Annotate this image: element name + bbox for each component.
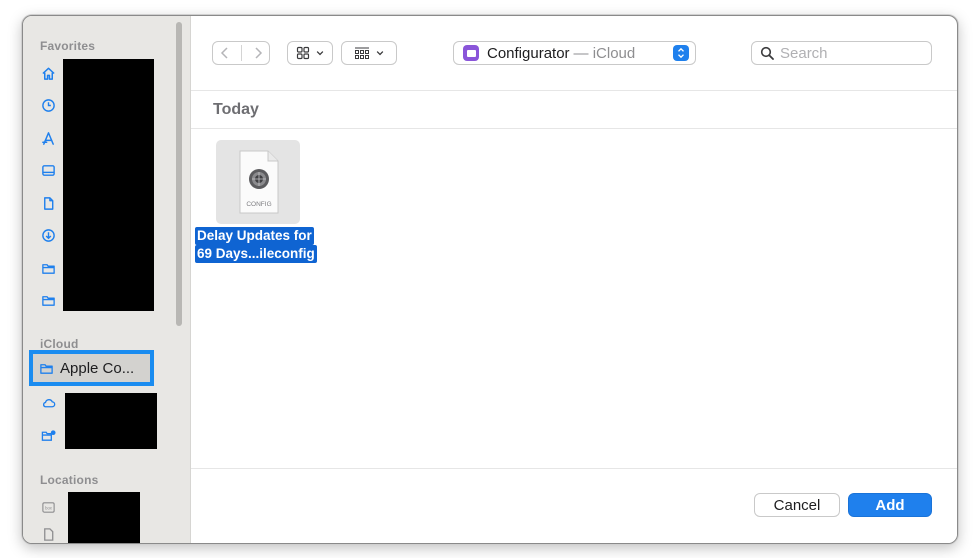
apple-configurator-icon [463,45,479,61]
dialog-footer [191,468,957,543]
search-icon [760,46,774,60]
documents-icon[interactable] [40,195,56,211]
back-forward-control [212,41,270,65]
location-title: Configurator [487,44,570,62]
file-item[interactable]: CONFIG [216,140,300,224]
file-type-label: CONFIG [246,201,271,208]
icon-view-grid-icon [296,46,309,60]
locations-section-label: Locations [40,473,99,487]
location-popup[interactable]: Configurator — iCloud [453,41,696,65]
applications-icon[interactable] [40,130,56,146]
location-subtitle: — iCloud [573,44,636,62]
chevron-down-icon [316,51,323,56]
sidebar: Favorites iCloud Apple Co... Locations b… [23,16,191,543]
folder-icon [38,360,54,376]
sidebar-scrollbar[interactable] [176,22,182,326]
file-name-line1: Delay Updates for [195,227,314,245]
document-icon[interactable] [40,526,56,542]
chevron-left-icon [220,47,228,59]
icloud-drive-icon[interactable] [40,394,56,410]
search-field[interactable] [751,41,932,65]
view-mode-button[interactable] [287,41,333,65]
redacted-favorites-labels [63,59,154,311]
back-button[interactable] [218,46,232,60]
open-file-dialog: Favorites iCloud Apple Co... Locations b… [22,15,958,544]
downloads-icon[interactable] [40,227,56,243]
group-grid-icon [354,47,369,59]
folder-icon[interactable] [40,260,56,276]
favorites-section-label: Favorites [40,39,96,53]
sidebar-item-apple-configurator[interactable]: Apple Co... [29,350,154,386]
folder-icon[interactable] [40,292,56,308]
search-input[interactable] [780,44,920,62]
forward-button[interactable] [251,46,265,60]
sidebar-item-label: Apple Co... [60,359,135,377]
toolbar: Configurator — iCloud [191,16,957,91]
recents-clock-icon[interactable] [40,97,56,113]
redacted-locations-labels [68,492,140,543]
up-down-chevron-icon [673,45,689,61]
chevron-down-icon [376,51,383,56]
config-file-icon: CONFIG [239,150,279,214]
add-button[interactable]: Add [848,493,932,517]
file-name-label[interactable]: Delay Updates for 69 Days...ileconfig [195,227,321,263]
icloud-section-label: iCloud [40,337,79,351]
desktop-icon[interactable] [40,162,56,178]
redacted-icloud-labels [65,393,157,449]
cancel-button[interactable]: Cancel [754,493,840,517]
divider [240,45,242,61]
group-title: Today [213,101,259,118]
file-name-line2: 69 Days...ileconfig [195,245,317,263]
group-header: Today [191,91,957,129]
home-icon[interactable] [40,65,56,81]
svg-text:box: box [45,505,53,510]
box-drive-icon[interactable]: box [40,499,56,515]
shared-folder-icon[interactable] [40,427,56,443]
chevron-right-icon [254,47,262,59]
group-by-button[interactable] [341,41,397,65]
